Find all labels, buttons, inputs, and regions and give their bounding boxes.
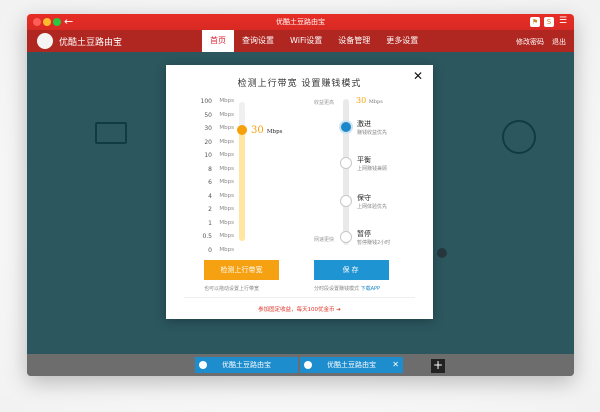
detect-bandwidth-button[interactable]: 检测上行带宽 <box>204 260 279 280</box>
save-hint: 分时段设置赚钱模式 下载APP <box>314 286 381 292</box>
scale-tick: 1 Mbps <box>208 219 234 227</box>
scale-tick: 30 Mbps <box>204 125 234 132</box>
mode-name: 激进 <box>357 120 371 128</box>
mode-name: 平衡 <box>357 156 371 164</box>
browser-tab[interactable]: 优酷土豆路由宝 <box>195 357 298 373</box>
higher-earnings-label: 收益更高 <box>314 100 335 106</box>
mode-desc: 上网赚钱兼顾 <box>357 166 388 172</box>
tab-more[interactable]: 更多设置 <box>378 30 426 52</box>
tab-eye-icon <box>304 361 312 369</box>
browser-tab[interactable]: 优酷土豆路由宝 ✕ <box>300 357 403 373</box>
mode-desc: 赚钱收益优先 <box>357 130 388 136</box>
download-app-link[interactable]: 下载APP <box>361 286 380 292</box>
scale-tick: 8 Mbps <box>208 165 234 173</box>
title-bar: ← 优酷土豆路由宝 ⚑ S ☰ <box>27 14 574 30</box>
browser-tab-label: 优酷土豆路由宝 <box>222 361 271 369</box>
brand-name: 优酷土豆路由宝 <box>59 38 123 48</box>
tab-eye-icon <box>199 361 207 369</box>
bandwidth-value: 30 Mbps <box>251 125 283 136</box>
close-tab-icon[interactable]: ✕ <box>392 357 399 373</box>
scale-tick: 0.5 Mbps <box>202 233 234 240</box>
s-icon[interactable]: S <box>544 17 554 27</box>
tab-devices[interactable]: 设备管理 <box>330 30 378 52</box>
tab-home[interactable]: 首页 <box>202 30 234 52</box>
toolbar-icons: ⚑ S ☰ <box>530 17 568 27</box>
scale-tick: 50 Mbps <box>204 111 234 119</box>
mode-name: 保守 <box>357 194 371 202</box>
mode-option-aggressive[interactable] <box>339 120 353 134</box>
close-icon[interactable]: ✕ <box>413 69 423 83</box>
change-password-link[interactable]: 修改密码 <box>516 37 544 47</box>
scale-tick: 2 Mbps <box>208 206 234 213</box>
mode-option-pause[interactable] <box>340 231 352 243</box>
menu-icon[interactable]: ☰ <box>558 17 568 27</box>
bandwidth-slider-thumb[interactable] <box>237 125 247 135</box>
mode-option-conservative[interactable] <box>340 195 352 207</box>
bandwidth-dialog: 检测上行带宽 设置赚钱模式 ✕ 100 Mbps 50 Mbps 30 Mbps 20… <box>166 65 433 319</box>
faster-network-label: 网速更快 <box>314 237 335 243</box>
tab-query[interactable]: 查询设置 <box>234 30 282 52</box>
nav-tabs: 首页 查询设置 WiFi设置 设备管理 更多设置 <box>202 30 426 52</box>
brand-logo-icon <box>37 33 53 49</box>
top-navbar: 优酷土豆路由宝 首页 查询设置 WiFi设置 设备管理 更多设置 修改密码 退出 <box>27 30 574 52</box>
scale-tick: 100 Mbps <box>200 98 234 105</box>
browser-tab-label: 优酷土豆路由宝 <box>327 361 376 369</box>
scale-tick: 10 Mbps <box>204 152 234 159</box>
mode-name: 暂停 <box>357 230 371 238</box>
mode-desc: 暂停赚钱2小时 <box>357 240 391 246</box>
flag-icon[interactable]: ⚑ <box>530 17 540 27</box>
save-button[interactable]: 保存 <box>314 260 389 280</box>
detect-hint: 也可以拖动设置上行带宽 <box>204 286 260 292</box>
scale-tick: 4 Mbps <box>208 192 234 200</box>
scale-tick: 0 Mbps <box>208 246 234 254</box>
divider <box>184 297 415 298</box>
mode-bandwidth-value: 30 Mbps <box>356 96 383 105</box>
bandwidth-slider-fill <box>239 130 245 241</box>
window-title: 优酷土豆路由宝 <box>276 18 325 26</box>
logout-link[interactable]: 退出 <box>552 37 566 47</box>
dialog-title: 检测上行带宽 设置赚钱模式 <box>237 79 362 89</box>
mode-option-balanced[interactable] <box>340 157 352 169</box>
scale-tick: 6 Mbps <box>208 179 234 186</box>
scale-tick: 20 Mbps <box>204 138 234 146</box>
promo-link[interactable]: 参加固定收益，每天100优金币 ➔ <box>166 305 433 313</box>
mode-desc: 上网体验优先 <box>357 204 388 210</box>
tab-wifi[interactable]: WiFi设置 <box>282 30 330 52</box>
add-tab-button[interactable]: + <box>431 359 445 373</box>
